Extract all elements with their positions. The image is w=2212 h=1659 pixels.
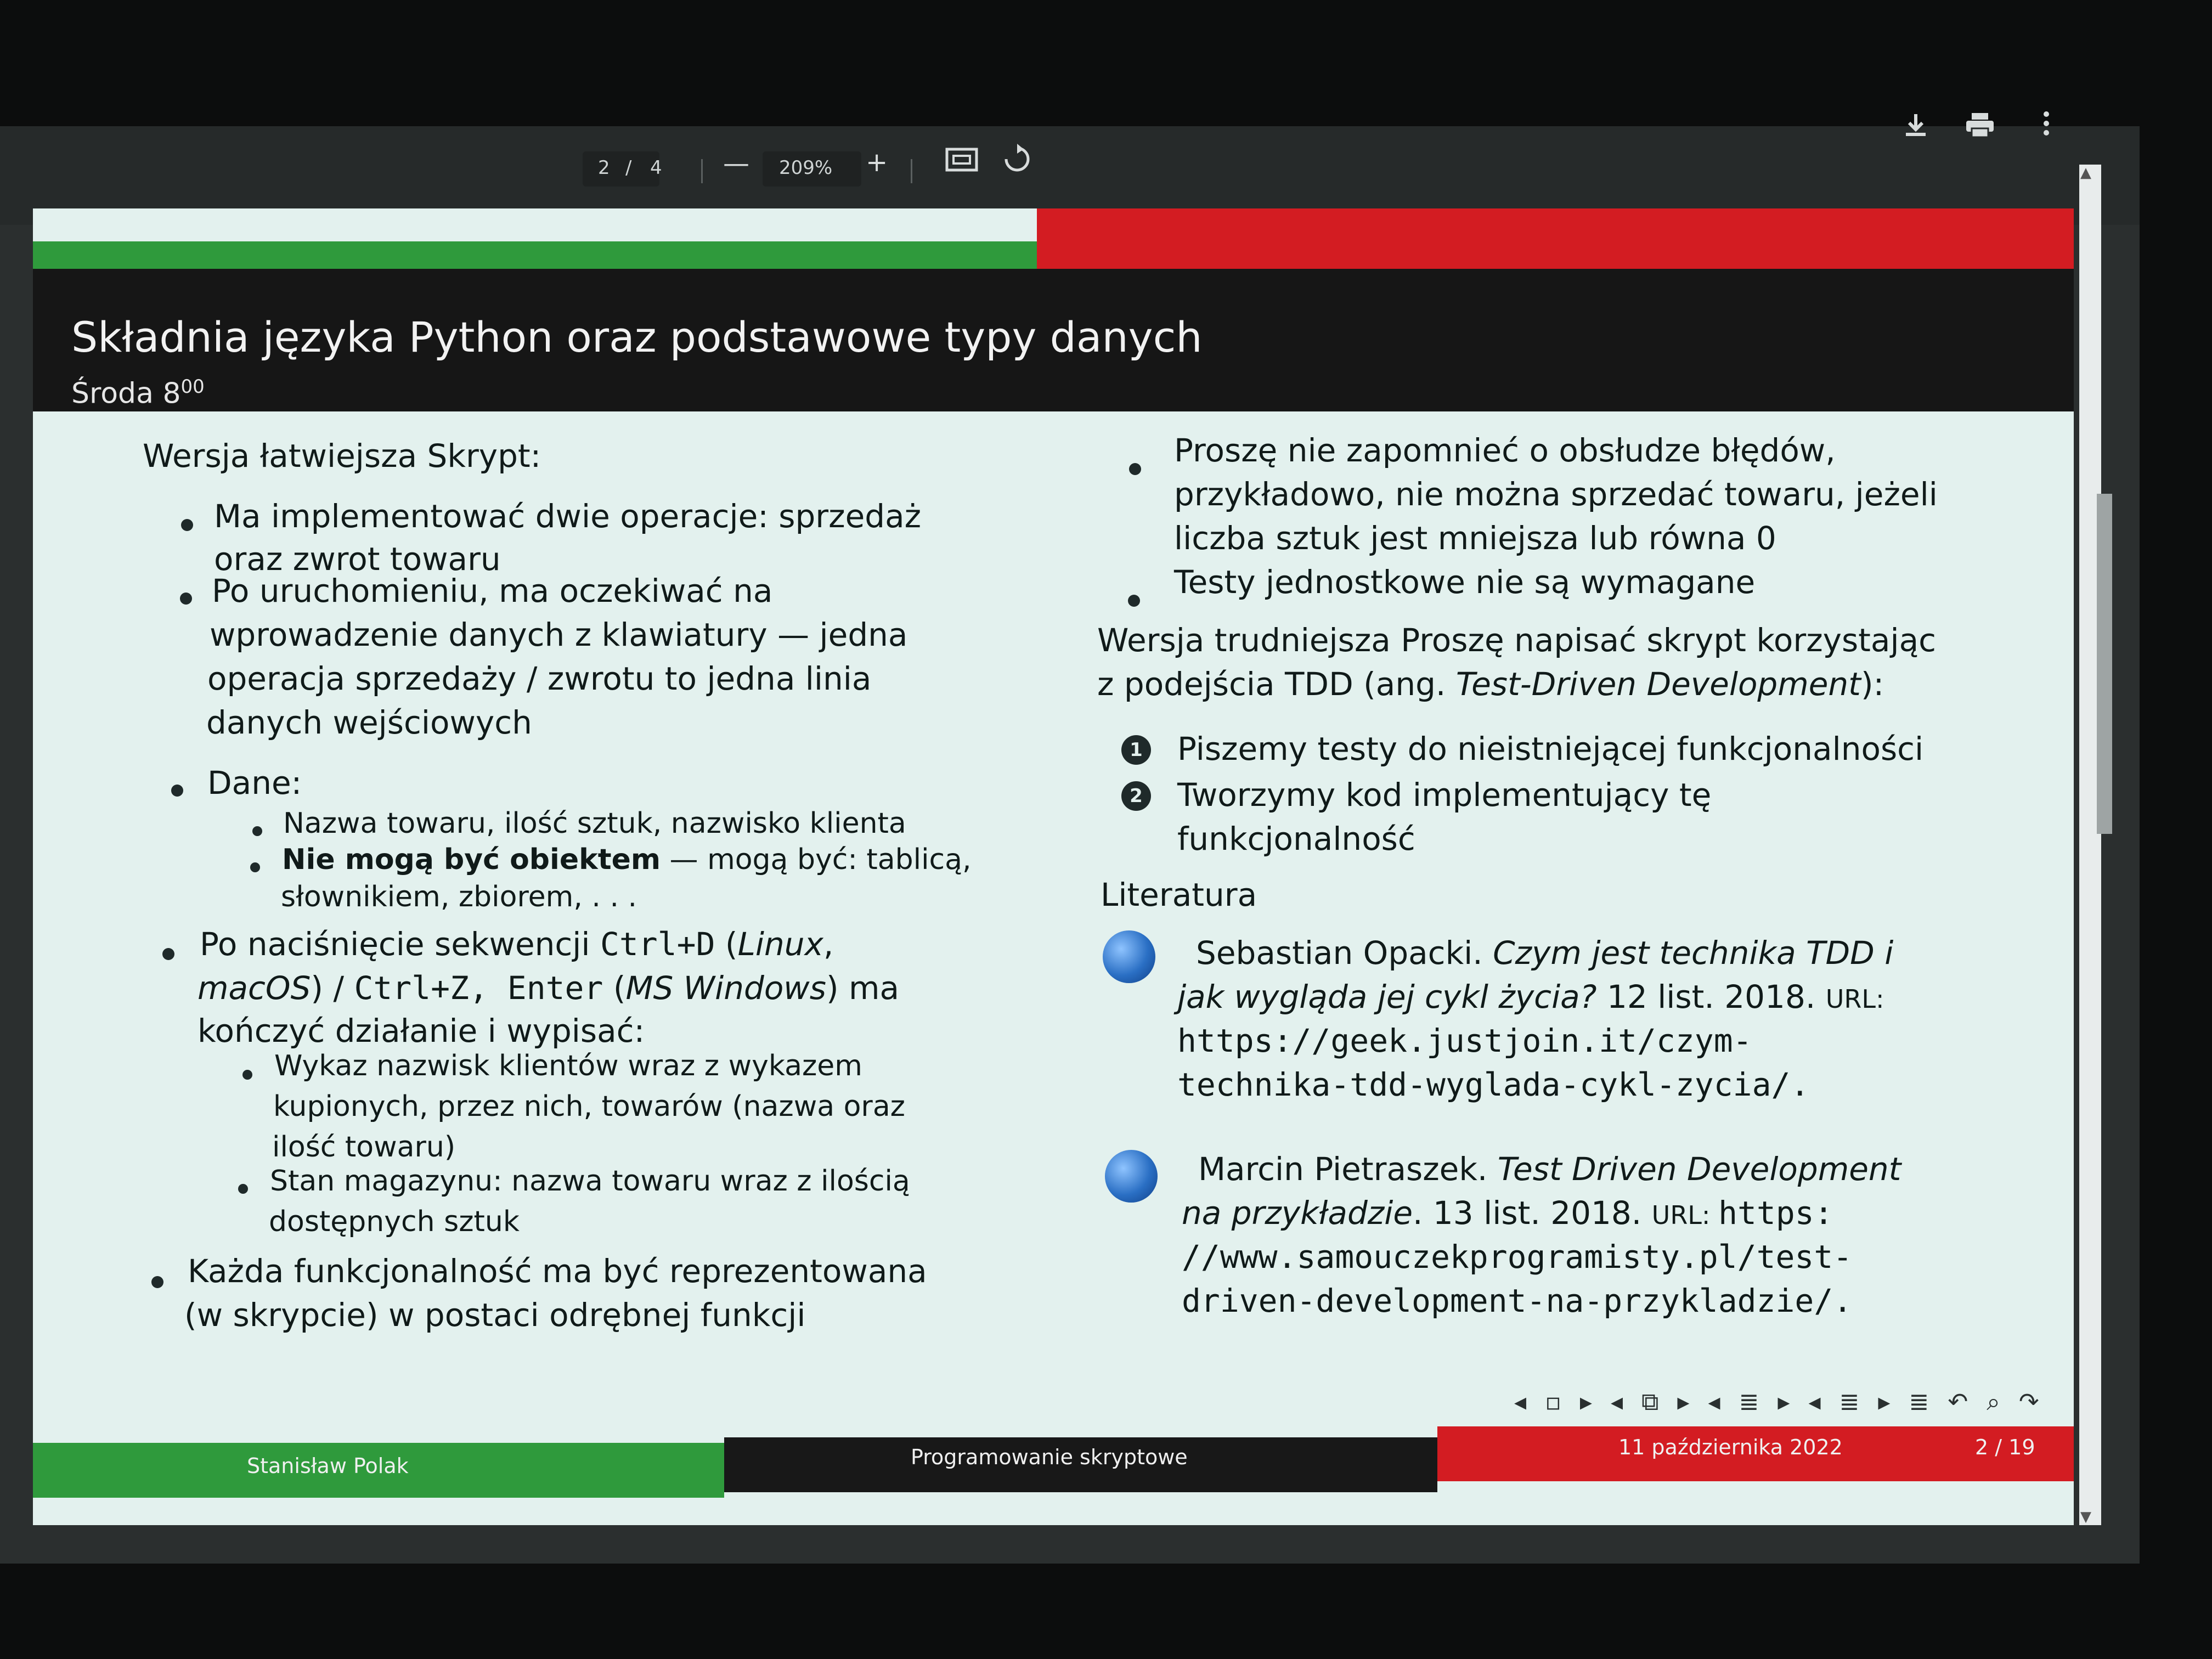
list-item: operacja sprzedaży / zwrotu to jedna lin… xyxy=(207,660,872,697)
bullet-icon xyxy=(1128,595,1140,607)
bullet-icon xyxy=(171,785,183,797)
reference-url-link[interactable]: driven-development-na-przykladzie/. xyxy=(1182,1278,1852,1323)
sub-list-item: kupionych, przez nich, towarów (nazwa or… xyxy=(273,1090,905,1123)
reference-url-link[interactable]: technika-tdd-wyglada-cykl-zycia/. xyxy=(1177,1062,1809,1107)
page-current-input[interactable]: 2 xyxy=(598,157,610,179)
list-item: Ma implementować dwie operacje: sprzedaż xyxy=(214,498,922,535)
page-total: 4 xyxy=(650,157,662,179)
globe-icon xyxy=(1103,930,1155,983)
zoom-in-button[interactable]: + xyxy=(866,147,888,178)
sub-list-item: słownikiem, zbiorem, . . . xyxy=(281,881,637,913)
fit-page-icon[interactable] xyxy=(945,146,979,173)
reference-url-link[interactable]: https://geek.justjoin.it/czym- xyxy=(1177,1018,1752,1063)
rotate-icon[interactable] xyxy=(1002,144,1032,174)
list-item: macOS) / Ctrl+Z, Enter (MS Windows) ma xyxy=(198,969,900,1007)
reference-text: jak wygląda jej cykl życia? 12 list. 201… xyxy=(1177,978,1884,1015)
scroll-down-arrow-icon[interactable]: ▼ xyxy=(2080,1509,2091,1525)
list-item: przykładowo, nie można sprzedać towaru, … xyxy=(1174,476,1938,513)
beamer-navigation-symbols[interactable]: ◂ ▫ ▸ ◂ ⧉ ▸ ◂ ≣ ▸ ◂ ≣ ▸ ≣ ↶ ⌕ ↷ xyxy=(1514,1388,2045,1416)
numbered-bullet: 2 xyxy=(1121,781,1151,811)
list-item: danych wejściowych xyxy=(206,704,532,741)
bullet-icon xyxy=(151,1276,163,1288)
footer-page: 2 / 19 xyxy=(1975,1435,2035,1459)
bullet-icon xyxy=(162,948,174,960)
toolbar-divider xyxy=(701,159,703,183)
globe-icon xyxy=(1105,1150,1158,1203)
header-red-bar xyxy=(1037,208,2074,269)
sub-list-item: Nazwa towaru, ilość sztuk, nazwisko klie… xyxy=(283,807,906,840)
reference-text: Sebastian Opacki. Czym jest technika TDD… xyxy=(1196,934,1894,972)
easy-version-heading: Wersja łatwiejsza Skrypt: xyxy=(143,437,541,475)
zoom-out-button[interactable]: — xyxy=(723,148,749,179)
numbered-item: funkcjonalność xyxy=(1177,820,1415,857)
hard-version-text: z podejścia TDD (ang. Test-Driven Develo… xyxy=(1097,665,1884,703)
more-vert-icon[interactable] xyxy=(2041,110,2052,137)
sub-list-item: Nie mogą być obiektem — mogą być: tablic… xyxy=(282,843,972,876)
slide-subtitle: Środa 800 xyxy=(71,376,205,410)
slide-page: Składnia języka Python oraz podstawowe t… xyxy=(33,208,2074,1525)
bullet-icon xyxy=(1129,463,1141,475)
bullet-icon xyxy=(180,592,192,605)
scrollbar-thumb[interactable] xyxy=(2097,494,2112,834)
reference-text: na przykładzie. 13 list. 2018. URL: http… xyxy=(1182,1194,1833,1232)
footer-course: Programowanie skryptowe xyxy=(911,1445,1188,1469)
list-item: Każda funkcjonalność ma być reprezentowa… xyxy=(188,1252,927,1290)
vertical-scrollbar[interactable] xyxy=(2079,165,2101,1525)
reference-url-link[interactable]: //www.samouczekprogramisty.pl/test- xyxy=(1182,1234,1852,1279)
literature-heading: Literatura xyxy=(1101,876,1257,913)
sub-list-item: Wykaz nazwisk klientów wraz z wykazem xyxy=(274,1049,862,1082)
list-item: Proszę nie zapomnieć o obsłudze błędów, xyxy=(1174,432,1836,469)
numbered-item: Piszemy testy do nieistniejącej funkcjon… xyxy=(1177,730,1924,768)
numbered-item: Tworzymy kod implementujący tę xyxy=(1177,776,1712,814)
list-item: Po uruchomieniu, ma oczekiwać na xyxy=(212,572,773,610)
scroll-up-arrow-icon[interactable]: ▲ xyxy=(2080,165,2091,181)
sub-list-item: Stan magazynu: nazwa towaru wraz z ilośc… xyxy=(270,1165,910,1198)
bullet-icon xyxy=(250,862,260,872)
bullet-icon xyxy=(242,1070,252,1080)
zoom-level-input[interactable]: 209% xyxy=(779,157,832,179)
reference-text: Marcin Pietraszek. Test Driven Developme… xyxy=(1198,1150,1901,1188)
footer-date: 11 października 2022 xyxy=(1618,1435,1843,1459)
numbered-bullet: 1 xyxy=(1121,735,1151,765)
page-number-box[interactable] xyxy=(583,151,659,187)
download-icon[interactable] xyxy=(1903,112,1929,138)
list-item: (w skrypcie) w postaci odrębnej funkcji xyxy=(184,1296,806,1334)
list-item: liczba sztuk jest mniejsza lub równa 0 xyxy=(1174,520,1776,557)
list-item: wprowadzenie danych z klawiatury — jedna xyxy=(210,616,908,653)
sub-list-item: dostępnych sztuk xyxy=(269,1205,520,1238)
list-item: Dane: xyxy=(207,764,302,802)
slide-title: Składnia języka Python oraz podstawowe t… xyxy=(71,313,1203,362)
list-item: Po naciśnięcie sekwencji Ctrl+D (Linux, xyxy=(200,926,834,963)
list-item: Testy jednostkowe nie są wymagane xyxy=(1174,563,1756,601)
bullet-icon xyxy=(181,519,193,531)
toolbar-divider xyxy=(911,159,912,183)
bullet-icon xyxy=(238,1184,248,1194)
print-icon[interactable] xyxy=(1965,112,1995,138)
bullet-icon xyxy=(252,826,262,836)
footer-author: Stanisław Polak xyxy=(247,1454,409,1478)
page-separator: / xyxy=(625,157,632,179)
hard-version-text: Wersja trudniejsza Proszę napisać skrypt… xyxy=(1097,622,1937,659)
